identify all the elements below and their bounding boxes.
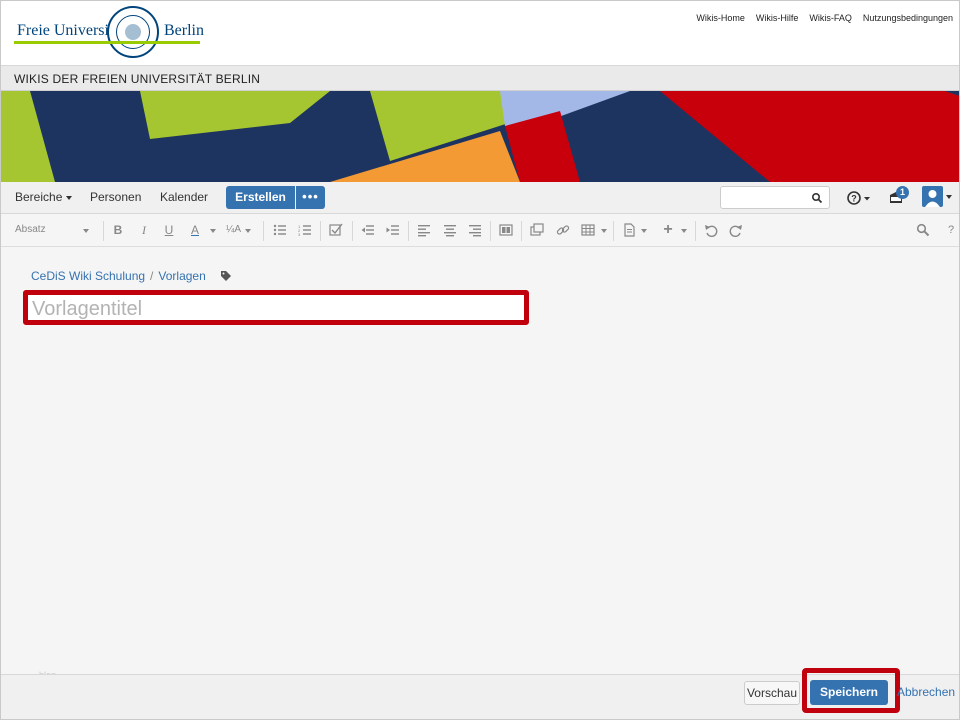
logo-underline: [14, 41, 200, 44]
bold-icon[interactable]: B: [111, 223, 125, 237]
top-links: Wikis-Home Wikis-Hilfe Wikis-FAQ Nutzung…: [696, 13, 953, 23]
link-nutzungsbedingungen[interactable]: Nutzungsbedingungen: [863, 13, 953, 23]
header-banner: [0, 91, 960, 182]
search-input[interactable]: [720, 186, 830, 209]
breadcrumb-separator: /: [150, 269, 154, 283]
text-color-icon[interactable]: A: [188, 223, 202, 237]
align-left-icon[interactable]: [417, 223, 431, 237]
wiki-title-bar: WIKIS DER FREIEN UNIVERSITÄT BERLIN: [0, 66, 960, 91]
chevron-down-icon: [83, 229, 89, 233]
create-button[interactable]: Erstellen: [226, 186, 295, 209]
nav-personen[interactable]: Personen: [90, 190, 141, 204]
template-title-input[interactable]: [32, 298, 512, 320]
fu-berlin-logo[interactable]: Freie Universität Berlin: [14, 6, 204, 58]
link-wikis-home[interactable]: Wikis-Home: [696, 13, 745, 23]
insert-image-icon[interactable]: [530, 223, 544, 237]
table-icon[interactable]: [581, 223, 595, 237]
chevron-down-icon: [210, 229, 216, 233]
logo-text-right: Berlin: [164, 22, 204, 39]
page-template-icon[interactable]: [622, 223, 636, 237]
indent-icon[interactable]: [386, 223, 400, 237]
redo-icon[interactable]: [729, 223, 743, 237]
toolbar-divider: [352, 221, 353, 241]
toolbar-divider: [103, 221, 104, 241]
toolbar-divider: [263, 221, 264, 241]
wiki-title: WIKIS DER FREIEN UNIVERSITÄT BERLIN: [14, 72, 261, 86]
outdent-icon[interactable]: [361, 223, 375, 237]
toolbar-divider: [613, 221, 614, 241]
chevron-down-icon: [641, 229, 647, 233]
avatar: [922, 186, 943, 207]
link-wikis-hilfe[interactable]: Wikis-Hilfe: [756, 13, 799, 23]
search-icon: [811, 192, 823, 204]
toolbar-divider: [408, 221, 409, 241]
paragraph-style-select[interactable]: Absatz: [15, 224, 46, 235]
breadcrumb-space[interactable]: CeDiS Wiki Schulung: [31, 269, 145, 283]
help-icon[interactable]: ?: [846, 188, 872, 208]
university-seal-icon: [107, 6, 159, 58]
cancel-button[interactable]: Abbrechen: [897, 685, 955, 699]
svg-text:?: ?: [851, 194, 857, 204]
chevron-down-icon: [66, 195, 73, 200]
notifications-button[interactable]: 1: [888, 186, 912, 208]
align-right-icon[interactable]: [468, 223, 482, 237]
nav-kalender[interactable]: Kalender: [160, 190, 208, 204]
chevron-down-icon: [245, 229, 251, 233]
nav-bereiche[interactable]: Bereiche: [15, 190, 73, 204]
top-header: Freie Universität Berlin Wikis-Home Wiki…: [0, 0, 960, 66]
editor-footer: Vorschau Speichern Abbrechen: [0, 668, 960, 720]
align-center-icon[interactable]: [443, 223, 457, 237]
user-menu[interactable]: [922, 186, 956, 210]
toolbar-divider: [521, 221, 522, 241]
italic-icon[interactable]: I: [137, 223, 151, 237]
link-icon[interactable]: [556, 223, 570, 237]
preview-button[interactable]: Vorschau: [744, 681, 800, 705]
bullet-list-icon[interactable]: [273, 223, 287, 237]
task-list-icon[interactable]: [329, 223, 343, 237]
toolbar-divider: [490, 221, 491, 241]
text-format-icon[interactable]: ¼A: [226, 223, 241, 237]
breadcrumb: CeDiS Wiki Schulung / Vorlagen: [31, 269, 232, 283]
page-layout-icon[interactable]: [499, 223, 513, 237]
undo-icon[interactable]: [704, 223, 718, 237]
nav-bereiche-label: Bereiche: [15, 190, 63, 204]
main-nav: Bereiche Personen Kalender Erstellen •••…: [0, 182, 960, 214]
svg-text:3: 3: [298, 232, 301, 237]
underline-icon[interactable]: U: [162, 223, 176, 237]
keyboard-help-icon[interactable]: ?: [944, 223, 958, 237]
label-tag-icon[interactable]: [220, 270, 232, 282]
toolbar-divider: [695, 221, 696, 241]
chevron-down-icon: [681, 229, 687, 233]
chevron-down-icon: [601, 229, 607, 233]
insert-more-icon[interactable]: +: [661, 222, 675, 238]
breadcrumb-vorlagen[interactable]: Vorlagen: [158, 269, 205, 283]
numbered-list-icon[interactable]: 123: [298, 223, 312, 237]
save-button[interactable]: Speichern: [810, 680, 888, 705]
chevron-down-icon: [946, 195, 952, 199]
create-more-button[interactable]: •••: [296, 186, 325, 209]
title-highlight-frame: [23, 290, 529, 325]
editor-toolbar: Absatz B I U A ¼A 123 + ?: [0, 214, 960, 247]
link-wikis-faq[interactable]: Wikis-FAQ: [809, 13, 852, 23]
notification-badge: 1: [896, 186, 909, 199]
toolbar-divider: [320, 221, 321, 241]
find-replace-icon[interactable]: [916, 223, 930, 237]
